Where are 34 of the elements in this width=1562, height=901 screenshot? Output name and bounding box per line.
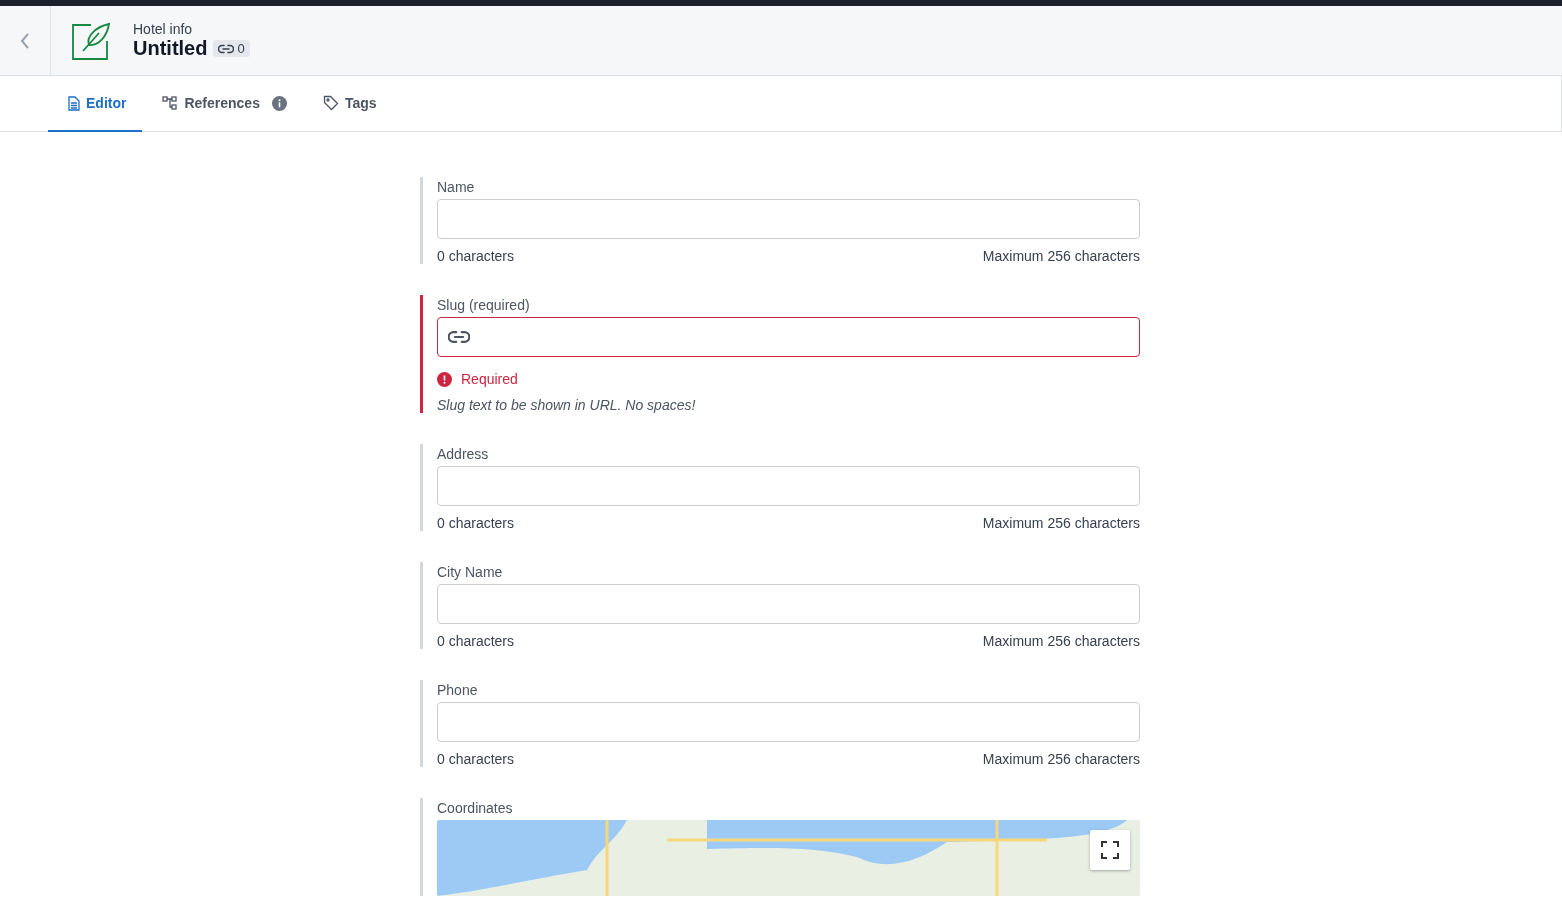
- input-field[interactable]: [437, 317, 1140, 357]
- character-count: 0 characters: [437, 515, 515, 531]
- field-label: Slug (required): [437, 297, 531, 313]
- character-count: 0 characters: [437, 248, 515, 264]
- back-icon[interactable]: [20, 31, 30, 50]
- document-title: Untitled: [133, 37, 208, 60]
- character-limit: Maximum 256 characters: [982, 633, 1140, 649]
- tab[interactable]: Tags: [302, 76, 393, 132]
- document-icon: [68, 95, 80, 111]
- tab[interactable]: References: [142, 76, 303, 132]
- character-limit: Maximum 256 characters: [982, 248, 1140, 264]
- field-description: Slug text to be shown in URL. No spaces!: [437, 397, 697, 413]
- fullscreen-button[interactable]: [1090, 830, 1130, 870]
- link-icon: [448, 330, 470, 344]
- field-label: Name: [437, 179, 476, 195]
- tag-icon: [322, 95, 339, 111]
- info-icon[interactable]: [271, 95, 287, 111]
- field-label: Phone: [437, 682, 479, 698]
- tab[interactable]: Editor: [48, 76, 143, 132]
- link-icon: [218, 43, 235, 54]
- error-message: Required: [461, 371, 518, 387]
- character-limit: Maximum 256 characters: [982, 515, 1140, 531]
- document-feather-icon: [71, 20, 113, 61]
- character-count: 0 characters: [437, 751, 515, 767]
- error-icon: [437, 371, 452, 387]
- field-label: Address: [437, 446, 490, 462]
- field-label: Coordinates: [437, 800, 514, 816]
- document-type: Hotel info: [133, 21, 194, 37]
- reference-count-badge: 0: [213, 40, 250, 57]
- character-count: 0 characters: [437, 633, 515, 649]
- character-limit: Maximum 256 characters: [982, 751, 1140, 767]
- field-label: City Name: [437, 564, 504, 580]
- fullscreen-icon: [1101, 841, 1119, 859]
- tree-diagram-icon: [162, 96, 179, 110]
